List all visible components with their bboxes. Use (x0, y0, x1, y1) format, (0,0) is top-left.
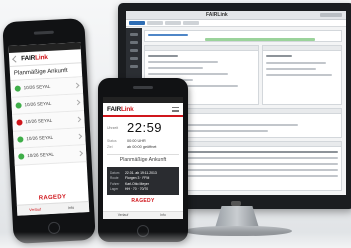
app-header: FAIRLink (103, 103, 183, 115)
sidebar-item[interactable] (130, 65, 138, 68)
tab[interactable] (165, 21, 181, 25)
time-value: 22:59 (127, 120, 163, 135)
list-item-label: 10/26 SEYAL (27, 151, 55, 159)
monitor-logo (231, 201, 241, 206)
sidebar-item[interactable] (130, 41, 138, 44)
delivery-card[interactable]: Datum 22.01. ab 19:11.2013 Route Florgen 3… (107, 167, 179, 195)
nav-info[interactable]: Info (143, 212, 183, 219)
nav-info[interactable]: Info (53, 202, 89, 214)
phone-left-screen: FAIRLink Planmäßige Ankunft 10/26 SEYAL 1… (8, 42, 90, 216)
back-icon[interactable] (12, 55, 20, 63)
desktop-brand: FAIRLink (206, 12, 228, 18)
list-item-label: 10/26 SEYAL (25, 117, 53, 125)
product-showcase: FAIRLink FAIRLink Planmäßige Ankunft 10/… (0, 0, 351, 248)
menu-icon[interactable] (172, 107, 179, 112)
speaker (133, 86, 153, 89)
floor-reflection (0, 232, 351, 248)
tab[interactable] (183, 21, 199, 25)
tab[interactable] (147, 21, 163, 25)
speaker (33, 30, 54, 35)
nav-history[interactable]: Verlauf (103, 212, 143, 219)
bottom-nav: Verlauf Info (103, 211, 183, 219)
tab-active[interactable] (129, 21, 145, 25)
field-row: Status 00:00 UHR (107, 139, 146, 143)
app-logo: FAIRLink (21, 53, 48, 63)
phone-right: FAIRLink Uhrzeit 22:59 Status 00:00 UHR … (98, 78, 188, 242)
header-panel (144, 30, 342, 42)
bottom-nav: Verlauf Info (16, 201, 90, 216)
app-logo: FAIRLink (107, 106, 134, 113)
chevron-right-icon (75, 116, 82, 123)
status-dot-icon (16, 119, 23, 126)
phone-left: FAIRLink Planmäßige Ankunft 10/26 SEYAL 1… (2, 18, 96, 244)
account-menu[interactable] (320, 13, 342, 17)
field-row: Ziel ab 00:00 geöffnet (107, 145, 157, 149)
status-dot-icon (18, 153, 25, 160)
chevron-right-icon (74, 99, 81, 106)
arrival-time: Uhrzeit 22:59 (103, 117, 183, 136)
chevron-right-icon (76, 133, 83, 140)
sidebar-item[interactable] (130, 49, 138, 52)
shipment-list: 10/26 SEYAL 10/26 SEYAL 10/26 SEYAL 10/26 S… (10, 77, 87, 166)
status-fields: Status 00:00 UHR Ziel ab 00:00 geöffnet (103, 136, 183, 152)
desktop-topbar: FAIRLink (126, 11, 346, 20)
list-item-label: 10/26 SEYAL (23, 83, 51, 91)
status-dot-icon (15, 102, 22, 109)
monitor-stand (215, 206, 259, 228)
time-label: Uhrzeit (107, 125, 119, 130)
list-item-label: 10/26 SEYAL (24, 100, 52, 108)
nav-history[interactable]: Verlauf (17, 204, 53, 216)
status-dot-icon (17, 136, 24, 143)
sidebar-item[interactable] (130, 57, 138, 60)
desktop-tabs (126, 20, 346, 27)
arrival-banner: Planmäßige Ankunft (107, 154, 179, 165)
list-item-label: 10/26 SEYAL (26, 134, 54, 142)
list-item[interactable]: 10/26 SEYAL (13, 145, 87, 166)
manufacturer-brand: RAGEDY (131, 197, 155, 204)
sidebar-item[interactable] (130, 33, 138, 36)
status-dot-icon (14, 85, 21, 92)
info-panel (262, 45, 342, 105)
chevron-right-icon (73, 82, 80, 89)
chevron-right-icon (77, 150, 84, 157)
phone-right-screen: FAIRLink Uhrzeit 22:59 Status 00:00 UHR … (103, 97, 183, 219)
